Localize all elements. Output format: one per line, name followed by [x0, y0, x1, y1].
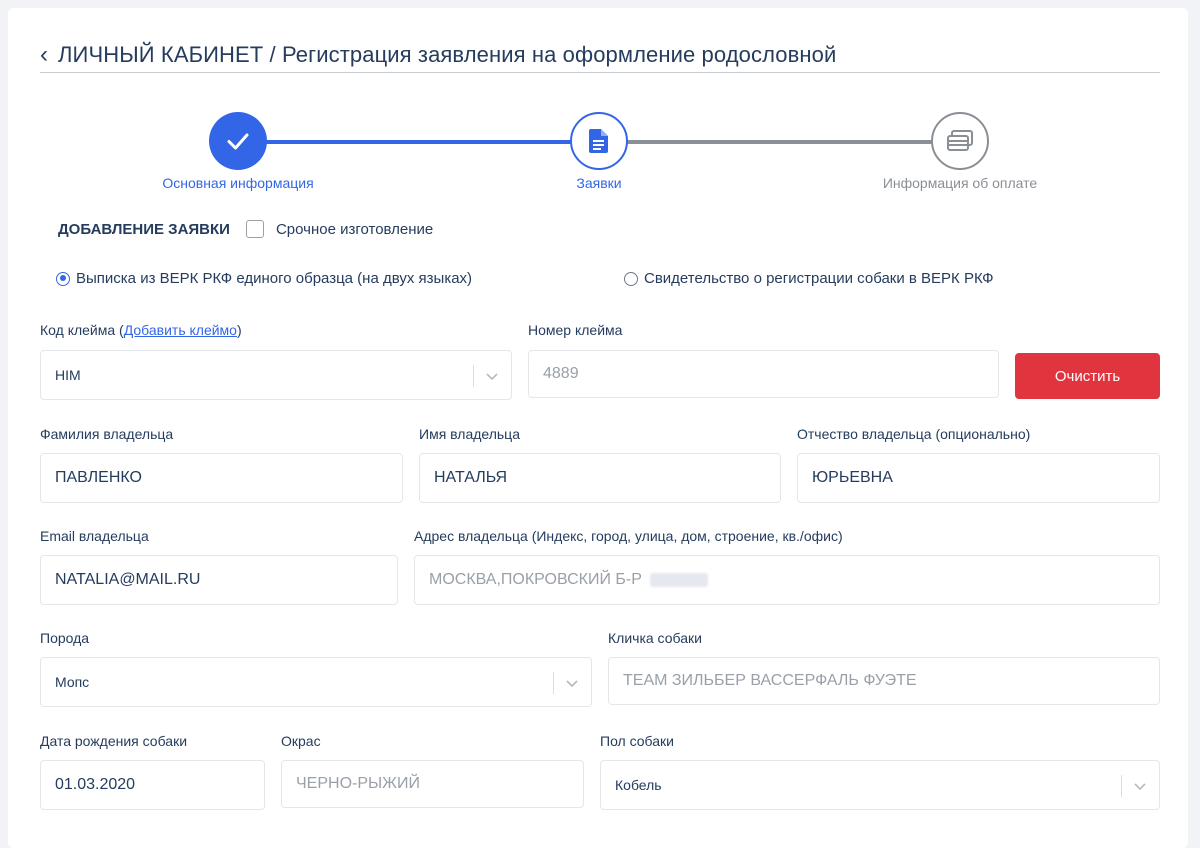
sex-select[interactable]: Кобель — [600, 760, 1160, 810]
dog-name-value: TEAM ЗИЛЬБЕР ВАССЕРФАЛЬ ФУЭТЕ — [623, 672, 917, 689]
page-header: ‹ Личный кабинет / Регистрация заявления… — [40, 43, 1160, 73]
radio-extract[interactable]: Выписка из ВЕРК РКФ единого образца (на … — [56, 270, 472, 287]
color-input[interactable]: ЧЕРНО-РЫЖИЙ — [281, 760, 584, 808]
brand-code-label-text: Код клейма — [40, 322, 116, 338]
breadcrumb-separator: / — [263, 42, 282, 67]
radio-certificate[interactable]: Свидетельство о регистрации собаки в ВЕР… — [624, 270, 994, 287]
email-value: NATALIA@MAIL.RU — [55, 571, 201, 588]
document-icon — [589, 129, 608, 153]
urgent-checkbox-label[interactable]: Срочное изготовление — [276, 221, 433, 238]
brand-code-label: Код клейма (Добавить клеймо) — [40, 322, 242, 338]
brand-code-paren-close: ) — [236, 322, 242, 338]
step-1-label[interactable]: Основная информация — [162, 175, 313, 191]
brand-number-label: Номер клейма — [528, 322, 623, 338]
address-value: МОСКВА,ПОКРОВСКИЙ Б-Р — [429, 571, 642, 588]
owner-middle-name-input[interactable]: ЮРЬЕВНА — [797, 453, 1160, 503]
owner-middle-name-label: Отчество владельца (опционально) — [797, 426, 1031, 442]
check-icon — [227, 133, 249, 150]
add-brand-link[interactable]: Добавить клеймо — [124, 322, 237, 338]
dog-name-label: Кличка собаки — [608, 630, 702, 646]
urgent-checkbox[interactable] — [245, 220, 264, 238]
radio-extract-button[interactable] — [56, 271, 70, 286]
brand-code-paren-open: ( — [115, 322, 124, 338]
sex-label: Пол собаки — [600, 733, 674, 749]
progress-stepper: Основная информация Заявки Информация об… — [0, 112, 1200, 197]
step-2-label[interactable]: Заявки — [576, 175, 621, 191]
cards-icon — [947, 130, 973, 151]
chevron-left-icon[interactable]: ‹ — [40, 43, 48, 67]
step-3-circle[interactable] — [931, 112, 989, 170]
owner-last-name-value: ПАВЛЕНКО — [55, 469, 142, 486]
owner-first-name-input[interactable]: НАТАЛЬЯ — [419, 453, 781, 503]
brand-code-value: HIM — [55, 367, 81, 383]
brand-number-input[interactable]: 4889 — [528, 350, 999, 398]
owner-last-name-input[interactable]: ПАВЛЕНКО — [40, 453, 403, 503]
owner-last-name-label: Фамилия владельца — [40, 426, 174, 442]
select-separator — [553, 672, 554, 694]
step-1-circle[interactable] — [209, 112, 267, 170]
birth-date-value: 01.03.2020 — [55, 776, 136, 793]
dog-name-input[interactable]: TEAM ЗИЛЬБЕР ВАССЕРФАЛЬ ФУЭТЕ — [608, 657, 1160, 705]
owner-first-name-value: НАТАЛЬЯ — [434, 469, 508, 486]
select-separator — [1121, 775, 1122, 797]
email-input[interactable]: NATALIA@MAIL.RU — [40, 555, 398, 605]
radio-certificate-label[interactable]: Свидетельство о регистрации собаки в ВЕР… — [644, 270, 994, 287]
redacted-block — [649, 573, 708, 587]
step-3-label[interactable]: Информация об оплате — [883, 175, 1037, 191]
breed-label: Порода — [40, 630, 90, 646]
select-separator — [473, 365, 474, 387]
breed-value: Мопс — [55, 674, 90, 690]
email-label: Email владельца — [40, 528, 149, 544]
owner-first-name-label: Имя владельца — [419, 426, 520, 442]
birth-date-input[interactable]: 01.03.2020 — [40, 760, 265, 810]
page-title: Личный кабинет / Регистрация заявления н… — [58, 43, 836, 67]
color-value: ЧЕРНО-РЫЖИЙ — [296, 775, 420, 792]
clear-button[interactable]: Очистить — [1015, 353, 1160, 399]
stepper-line-pending — [626, 140, 934, 144]
sex-value: Кобель — [615, 777, 662, 793]
section-title: ДОБАВЛЕНИЕ ЗАЯВКИ — [58, 220, 230, 238]
stepper-line-done — [262, 140, 574, 144]
chevron-down-icon[interactable] — [565, 676, 579, 690]
chevron-down-icon[interactable] — [485, 369, 499, 383]
address-input[interactable]: МОСКВА,ПОКРОВСКИЙ Б-Р — [414, 555, 1160, 605]
breadcrumb-root[interactable]: Личный кабинет — [58, 42, 263, 67]
radio-extract-label[interactable]: Выписка из ВЕРК РКФ единого образца (на … — [76, 270, 472, 287]
brand-code-select[interactable]: HIM — [40, 350, 512, 400]
breed-select[interactable]: Мопс — [40, 657, 592, 707]
chevron-down-icon[interactable] — [1133, 779, 1147, 793]
birth-date-label: Дата рождения собаки — [40, 733, 188, 749]
address-label: Адрес владельца (Индекс, город, улица, д… — [414, 528, 843, 544]
add-application-row: ДОБАВЛЕНИЕ ЗАЯВКИ Срочное изготовление — [58, 220, 433, 238]
step-2-circle[interactable] — [570, 112, 628, 170]
color-label: Окрас — [281, 733, 321, 749]
breadcrumb-current: Регистрация заявления на оформление родо… — [281, 42, 837, 67]
brand-number-value: 4889 — [543, 365, 579, 382]
owner-middle-name-value: ЮРЬЕВНА — [812, 469, 893, 486]
radio-certificate-button[interactable] — [624, 271, 638, 286]
